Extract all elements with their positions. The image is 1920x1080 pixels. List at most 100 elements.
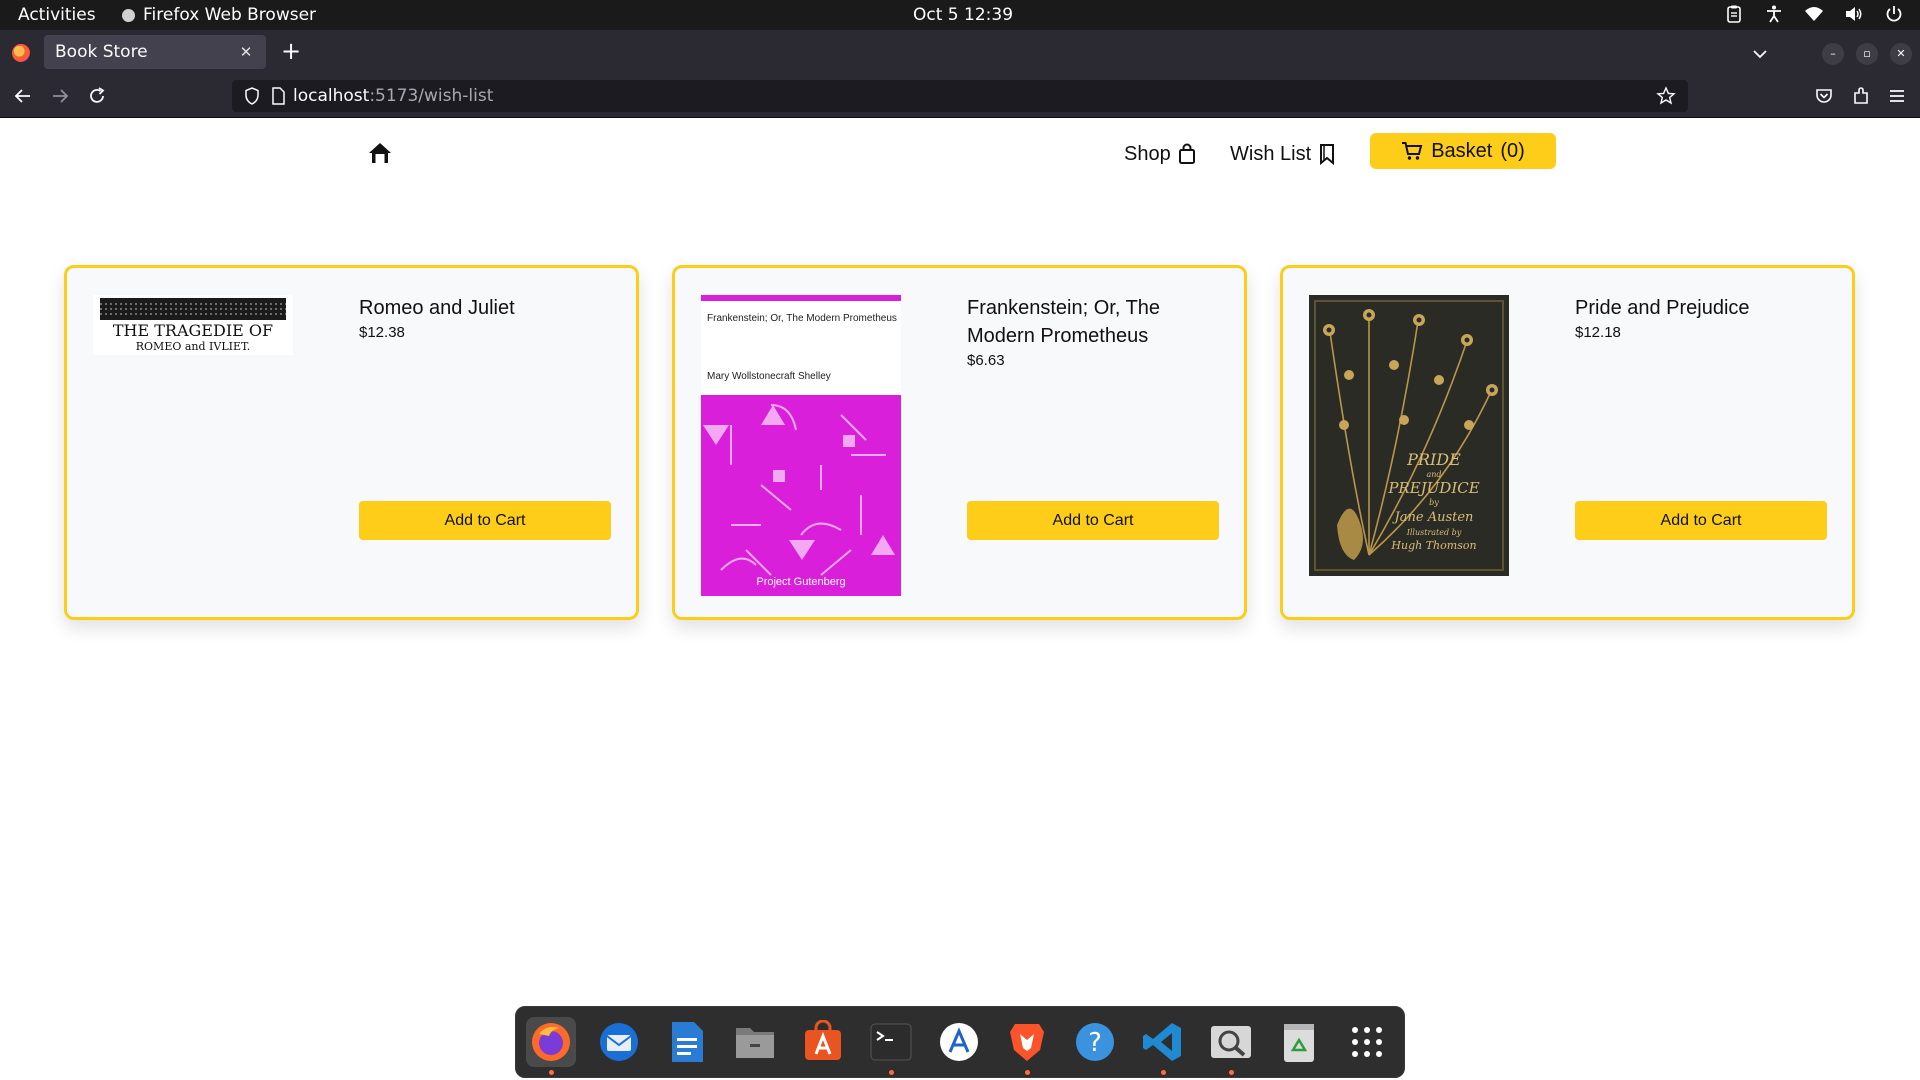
files-icon (736, 1028, 774, 1058)
wish-list-link[interactable]: Wish List (1230, 139, 1336, 169)
book-title[interactable]: Frankenstein; Or, The Modern Prometheus (967, 294, 1227, 350)
book-cover-romeo-and-juliet[interactable]: THE TRAGEDIE OF ROMEO and IVLIET. (93, 295, 293, 355)
home-icon[interactable] (366, 140, 394, 166)
cover-illustrated: Illustrated by (1406, 528, 1462, 537)
page-info-icon[interactable] (268, 86, 288, 106)
wifi-icon[interactable] (1804, 4, 1824, 24)
dock-vscode[interactable] (1138, 1017, 1188, 1075)
basket-button[interactable]: Basket (0) (1370, 133, 1556, 169)
running-indicator (549, 1070, 554, 1075)
running-indicator (889, 1070, 894, 1075)
libreoffice-writer-icon (672, 1022, 703, 1062)
bookmark-star-icon[interactable] (1656, 86, 1676, 106)
dock-writer[interactable] (662, 1017, 712, 1067)
firefox-logo-icon (12, 44, 30, 62)
clock[interactable]: Oct 5 12:39 (913, 5, 1013, 25)
system-tray[interactable] (1724, 4, 1904, 24)
cart-icon (1402, 142, 1423, 160)
book-cover-pride-and-prejudice[interactable]: PRIDE and PREJUDICE by Jane Austen Illus… (1309, 295, 1509, 576)
cover-title-1: PRIDE (1406, 450, 1461, 469)
navigation-toolbar: localhost:5173/wish-list (0, 74, 1920, 118)
wishlist-card: Frankenstein; Or, The Modern Prometheus … (672, 265, 1247, 620)
firefox-mini-icon (122, 8, 135, 22)
running-indicator (1229, 1070, 1234, 1075)
dock-image-viewer[interactable] (1206, 1017, 1256, 1075)
close-tab-icon[interactable]: ✕ (236, 42, 256, 62)
book-title[interactable]: Pride and Prejudice (1575, 294, 1835, 322)
dock-brave[interactable] (1002, 1017, 1052, 1075)
dock: ? (515, 1006, 1405, 1078)
tab-title: Book Store (55, 42, 148, 62)
shop-link[interactable]: Shop (1124, 139, 1196, 169)
new-tab-button[interactable]: + (280, 39, 302, 65)
brave-icon (1010, 1024, 1044, 1061)
thunderbird-icon (600, 1023, 638, 1061)
terminal-icon (870, 1023, 912, 1061)
dock-software[interactable] (798, 1017, 848, 1067)
minimize-button[interactable]: – (1822, 43, 1844, 65)
bookmark-icon (1320, 144, 1335, 165)
book-cover-frankenstein[interactable]: Frankenstein; Or, The Modern Prometheus … (701, 295, 901, 596)
dock-thunderbird[interactable] (594, 1017, 644, 1067)
clipboard-icon[interactable] (1724, 4, 1744, 24)
cover-and: and (1426, 470, 1441, 479)
list-all-tabs-icon[interactable] (1750, 44, 1770, 64)
dock-firefox[interactable] (526, 1017, 576, 1075)
url-bar[interactable]: localhost:5173/wish-list (232, 80, 1688, 112)
forward-icon[interactable] (49, 85, 71, 107)
cover-author: Mary Wollstonecraft Shelley (707, 371, 831, 382)
dock-help[interactable]: ? (1070, 1017, 1120, 1067)
power-icon[interactable] (1884, 4, 1904, 24)
image-viewer-icon (1211, 1026, 1251, 1058)
basket-count: (0) (1500, 139, 1525, 162)
book-info: Pride and Prejudice $12.18 (1575, 294, 1835, 341)
wishlist-card: PRIDE and PREJUDICE by Jane Austen Illus… (1280, 265, 1855, 620)
extensions-icon[interactable] (1850, 85, 1872, 107)
app-menu-icon[interactable] (1886, 85, 1908, 107)
url-path: :5173/wish-list (369, 86, 494, 106)
add-to-cart-button[interactable]: Add to Cart (359, 501, 611, 540)
cover-by: by (1429, 498, 1439, 507)
maximize-button[interactable]: ▫ (1856, 43, 1878, 65)
add-to-cart-button[interactable]: Add to Cart (967, 501, 1219, 540)
app-name-label: Firefox Web Browser (143, 5, 317, 25)
cover-title-2: PREJUDICE (1387, 479, 1479, 497)
dock-terminal[interactable] (866, 1017, 916, 1075)
dock-files[interactable] (730, 1017, 780, 1067)
svg-text:?: ? (1088, 1028, 1102, 1058)
shopping-bag-icon (1178, 143, 1195, 164)
tab-book-store[interactable]: Book Store ✕ (44, 35, 266, 69)
url-host: localhost (293, 86, 370, 106)
close-window-button[interactable]: ✕ (1890, 43, 1912, 65)
accessibility-icon[interactable] (1764, 4, 1784, 24)
book-info: Romeo and Juliet $12.38 (359, 294, 619, 341)
vscode-icon (1143, 1023, 1181, 1061)
dock-app-center[interactable] (934, 1017, 984, 1067)
running-indicator (1025, 1070, 1030, 1075)
wishlist-card: THE TRAGEDIE OF ROMEO and IVLIET. Romeo … (64, 265, 639, 620)
trash-icon (1284, 1024, 1314, 1062)
app-menu[interactable]: Firefox Web Browser (122, 5, 316, 25)
help-icon: ? (1076, 1023, 1114, 1061)
firefox-icon (532, 1023, 570, 1061)
cover-publisher: Project Gutenberg (756, 576, 845, 588)
tracking-protection-icon[interactable] (242, 86, 262, 106)
cover-title: Frankenstein; Or, The Modern Prometheus (707, 313, 897, 324)
pocket-icon[interactable] (1813, 85, 1835, 107)
dock-trash[interactable] (1274, 1017, 1324, 1067)
book-title[interactable]: Romeo and Juliet (359, 294, 619, 322)
reload-icon[interactable] (86, 85, 108, 107)
back-icon[interactable] (12, 85, 34, 107)
shop-label: Shop (1124, 142, 1171, 165)
cover-line-1: THE TRAGEDIE OF (113, 321, 273, 340)
url-text[interactable]: localhost:5173/wish-list (293, 86, 493, 106)
basket-label: Basket (1431, 139, 1493, 162)
volume-icon[interactable] (1844, 4, 1864, 24)
dock-show-apps[interactable] (1342, 1017, 1392, 1067)
software-store-icon (805, 1020, 841, 1060)
book-price: $12.38 (359, 324, 405, 341)
book-info: Frankenstein; Or, The Modern Prometheus … (967, 294, 1227, 369)
app-center-icon (940, 1023, 978, 1061)
add-to-cart-button[interactable]: Add to Cart (1575, 501, 1827, 540)
activities-button[interactable]: Activities (18, 5, 96, 25)
